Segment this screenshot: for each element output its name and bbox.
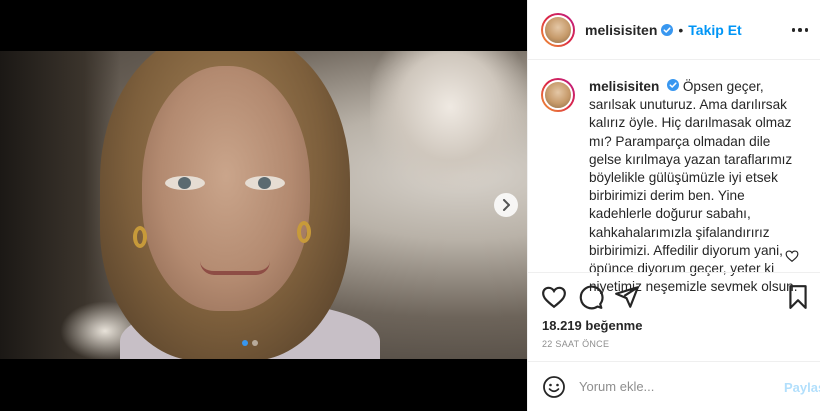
likes-count[interactable]: 18.219 beğenme [542, 318, 642, 333]
share-comment-button[interactable]: Paylaş [784, 380, 820, 395]
send-icon[interactable] [614, 284, 640, 310]
username-link[interactable]: melisisiten [585, 22, 657, 38]
photo-eye [245, 176, 285, 190]
photo-earring [297, 221, 311, 243]
bookmark-icon[interactable] [785, 284, 811, 310]
avatar[interactable] [541, 12, 575, 47]
comment-input[interactable] [579, 379, 769, 394]
verified-badge-icon [667, 79, 680, 91]
emoji-icon[interactable] [542, 375, 566, 399]
post-media [0, 0, 527, 411]
verified-badge-icon [661, 23, 674, 36]
comment-icon[interactable] [578, 284, 604, 310]
more-options-button[interactable] [791, 23, 809, 37]
divider [528, 272, 820, 273]
carousel-indicator [242, 340, 258, 346]
caption-body: Öpsen geçer, sarılsak unuturuz. Ama darı… [589, 79, 798, 295]
post-photo[interactable] [0, 51, 527, 359]
comment-bar: Paylaş [528, 361, 820, 411]
photo-eye [165, 176, 205, 190]
photo-light [370, 51, 527, 191]
chevron-right-icon [503, 199, 510, 211]
post-header: melisisiten • Takip Et [528, 0, 820, 60]
post-sidebar: melisisiten • Takip Et melisisiten Öpsen… [527, 0, 820, 411]
heart-icon[interactable] [541, 284, 567, 310]
avatar[interactable] [541, 78, 575, 112]
caption-like-icon[interactable] [785, 249, 799, 263]
caption-text: melisisiten Öpsen geçer, sarılsak unutur… [589, 78, 799, 296]
photo-mouth [200, 261, 270, 275]
more-horizontal-icon [791, 28, 796, 32]
carousel-dot [242, 340, 248, 346]
carousel-next-button[interactable] [494, 193, 518, 217]
photo-earring [133, 226, 147, 248]
post-actions [541, 284, 811, 310]
carousel-dot [252, 340, 258, 346]
separator-dot: • [678, 21, 684, 38]
caption-username[interactable]: melisisiten [589, 79, 659, 94]
post-caption: melisisiten Öpsen geçer, sarılsak unutur… [541, 78, 811, 296]
follow-button[interactable]: Takip Et [688, 22, 741, 38]
post-timestamp[interactable]: 22 SAAT ÖNCE [542, 339, 609, 349]
